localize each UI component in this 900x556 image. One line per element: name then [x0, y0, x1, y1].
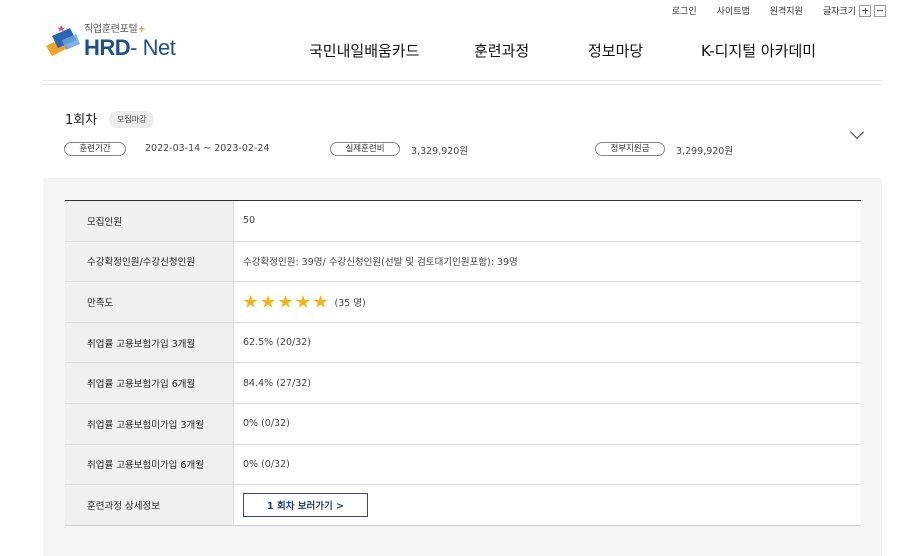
gov-support-value: 3,299,920원 — [676, 146, 734, 157]
period-label: 훈련기간 — [64, 142, 126, 156]
row-value: 수강확정인원: 39명/ 수강신청인원(선발 및 검토대기인원포함): 39명 — [243, 257, 518, 269]
table-row: 취업률 고용보험가입 6개월 84.4% (27/32) — [65, 363, 861, 404]
row-value: 84.4% (27/32) — [243, 377, 311, 389]
row-value: 0% (0/32) — [243, 418, 290, 430]
logo-subtitle: 직업훈련포털+ — [84, 24, 146, 35]
rating-count: (35 명) — [334, 297, 366, 309]
star-icon — [278, 294, 293, 308]
main-navigation: 국민내일배움카드 훈련과정 정보마당 K-디지털 아카데미 — [0, 40, 900, 60]
table-row: 취업률 고용보험미가입 3개월 0% (0/32) — [65, 403, 861, 445]
star-icon — [243, 294, 258, 308]
row-value: 50 — [243, 215, 256, 227]
row-label: 모집인원 — [65, 201, 234, 241]
rating-stars — [243, 294, 331, 309]
nav-item-course[interactable]: 훈련과정 — [474, 40, 529, 61]
row-label: 훈련과정 상세정보 — [65, 485, 234, 525]
font-decrease-icon[interactable] — [874, 4, 886, 17]
row-value: 62.5% (20/32) — [243, 337, 311, 349]
session-summary[interactable]: 1회차 모집마감 훈련기간 2022-03-14 ~ 2023-02-24 실제… — [43, 84, 882, 178]
font-size-label: 글자크기 — [822, 7, 856, 17]
header-divider — [43, 80, 882, 81]
gov-support-label: 정부지원금 — [595, 142, 665, 156]
nav-item-info[interactable]: 정보마당 — [588, 40, 643, 61]
table-row: 만족도 (35 명) — [65, 282, 861, 323]
session-detail-panel: 모집인원 50 수강확정인원/수강신청인원 수강확정인원: 39명/ 수강신청인… — [43, 178, 882, 556]
nav-item-card[interactable]: 국민내일배움카드 — [309, 40, 419, 61]
table-row: 취업률 고용보험가입 3개월 62.5% (20/32) — [65, 322, 861, 364]
font-increase-icon[interactable] — [859, 4, 871, 17]
row-label: 취업률 고용보험미가입 3개월 — [65, 403, 234, 444]
session-round: 1회차 — [65, 113, 98, 128]
table-row: 수강확정인원/수강신청인원 수강확정인원: 39명/ 수강신청인원(선발 및 검… — [65, 241, 861, 283]
login-link[interactable]: 로그인 — [672, 4, 697, 17]
row-label: 만족도 — [65, 282, 234, 322]
row-label: 취업률 고용보험가입 6개월 — [65, 363, 234, 403]
table-row: 취업률 고용보험미가입 6개월 0% (0/32) — [65, 444, 861, 486]
row-value-satisfaction: (35 명) — [234, 282, 861, 322]
chevron-down-icon[interactable] — [849, 124, 865, 140]
status-badge: 모집마감 — [109, 111, 155, 128]
table-row: 훈련과정 상세정보 1 회차 보러가기 > — [65, 485, 861, 526]
star-icon — [295, 294, 311, 308]
sitemap-link[interactable]: 사이트맵 — [717, 4, 750, 17]
detail-table: 모집인원 50 수강확정인원/수강신청인원 수강확정인원: 39명/ 수강신청인… — [65, 200, 861, 526]
row-label: 수강확정인원/수강신청인원 — [65, 241, 234, 282]
cost-label: 실제훈련비 — [330, 142, 400, 156]
period-value: 2022-03-14 ~ 2023-02-24 — [145, 143, 270, 154]
row-value: 0% (0/32) — [243, 458, 290, 470]
row-label: 취업률 고용보험가입 3개월 — [65, 322, 234, 363]
star-icon — [260, 294, 276, 308]
cost-value: 3,329,920원 — [411, 146, 469, 157]
utility-bar: 로그인 사이트맵 원격지원 글자크기 — [652, 4, 886, 17]
nav-item-kdigital[interactable]: K-디지털 아카데미 — [701, 40, 816, 61]
view-session-button[interactable]: 1 회차 보러가기 > — [243, 492, 368, 517]
remote-support-link[interactable]: 원격지원 — [770, 4, 803, 17]
table-row: 모집인원 50 — [65, 201, 861, 242]
row-label: 취업률 고용보험미가입 6개월 — [65, 444, 234, 485]
star-icon — [313, 294, 328, 308]
